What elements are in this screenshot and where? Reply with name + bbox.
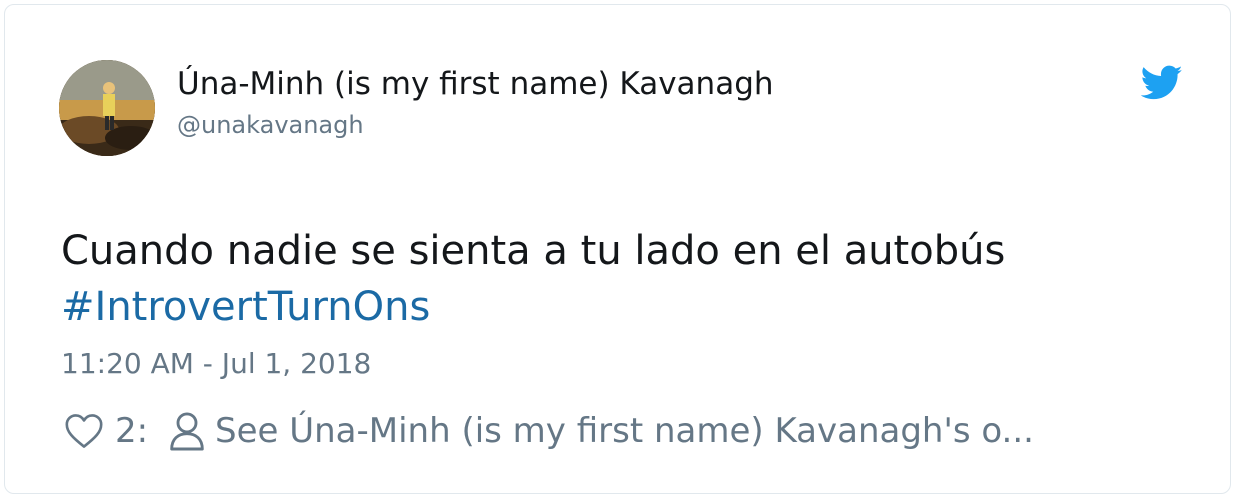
tweet-card: Úna-Minh (is my first name) Kavanagh @un…	[4, 4, 1231, 494]
tweet-timestamp[interactable]: 11:20 AM - Jul 1, 2018	[61, 345, 371, 383]
author-handle[interactable]: @unakavanagh	[177, 110, 364, 140]
avatar[interactable]	[59, 60, 155, 156]
twitter-bird-icon[interactable]	[1141, 65, 1183, 101]
tweet-text: Cuando nadie se sienta a tu lado en el a…	[61, 228, 1006, 274]
author-name[interactable]: Úna-Minh (is my first name) Kavanagh	[177, 65, 774, 103]
see-profile-link[interactable]: See Úna-Minh (is my first name) Kavanagh…	[169, 407, 1209, 453]
like-button[interactable]: 2:	[63, 407, 153, 453]
hashtag-link[interactable]: #IntrovertTurnOns	[61, 279, 430, 335]
heart-icon	[65, 414, 103, 448]
avatar-photo	[59, 60, 155, 156]
like-count: 2:	[115, 411, 149, 451]
see-profile-label: See Úna-Minh (is my first name) Kavanagh…	[215, 411, 1034, 451]
tweet-actions: 2: See Úna-Minh (is my first name) Kavan…	[63, 407, 1213, 453]
person-icon	[170, 412, 204, 451]
